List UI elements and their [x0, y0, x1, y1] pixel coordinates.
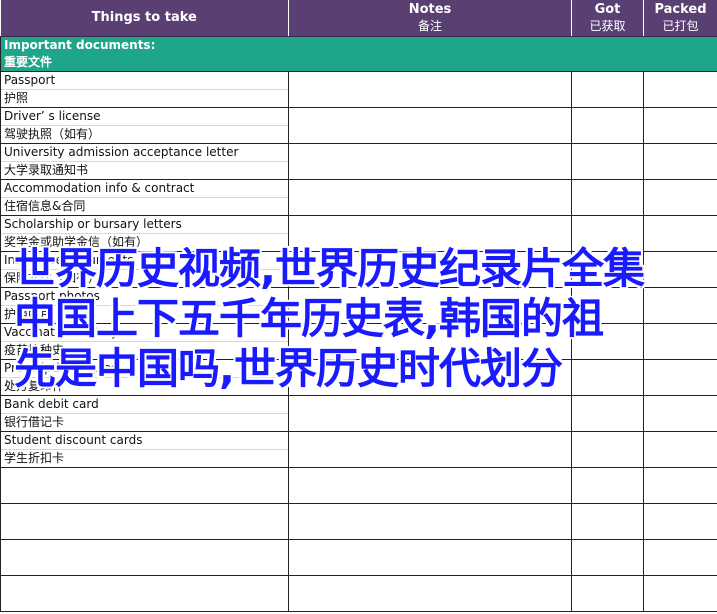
header-notes: Notes 备注 [288, 0, 572, 37]
notes-cell[interactable] [288, 575, 572, 612]
notes-cell[interactable] [288, 179, 572, 216]
packed-cell[interactable] [643, 503, 717, 540]
header-things-label: Things to take [91, 10, 197, 25]
notes-cell[interactable] [288, 431, 572, 468]
header-notes-label: Notes [408, 2, 452, 17]
item-label-zh: 住宿信息&合同 [4, 199, 86, 213]
packed-cell[interactable] [643, 107, 717, 144]
header-got: Got 已获取 [571, 0, 644, 37]
got-cell[interactable] [571, 395, 644, 432]
table-row [0, 539, 717, 576]
item-label: University admission acceptance letter [1, 144, 288, 162]
header-things-to-take: Things to take [0, 0, 289, 37]
item-label: Bank debit card [1, 396, 288, 414]
notes-cell[interactable] [288, 395, 572, 432]
section-title: Important documents: [4, 38, 156, 52]
table-row: Passport 护照 [0, 71, 717, 108]
notes-cell[interactable] [288, 107, 572, 144]
got-cell[interactable] [571, 467, 644, 504]
item-label-zh: 银行借记卡 [4, 415, 65, 429]
item-label: Accommodation info & contract [1, 180, 288, 198]
item-label-zh: 大学录取通知书 [4, 163, 89, 177]
header-got-label: Got [594, 2, 621, 17]
table-row [0, 503, 717, 540]
got-cell[interactable] [571, 179, 644, 216]
table-row: Accommodation info & contract 住宿信息&合同 [0, 179, 717, 216]
item-cell: Student discount cards 学生折扣卡 [0, 431, 289, 468]
item-label-zh: 护照 [4, 91, 29, 105]
packed-cell[interactable] [643, 395, 717, 432]
packed-cell[interactable] [643, 71, 717, 108]
overlay-line-1: 世界历史视频,世界历史纪录片全集 [14, 244, 645, 293]
packed-cell[interactable] [643, 575, 717, 612]
got-cell[interactable] [571, 539, 644, 576]
table-row [0, 575, 717, 612]
overlay-line-3: 先是中国吗,世界历史时代划分 [14, 344, 563, 393]
header-got-zh: 已获取 [589, 19, 626, 33]
table-row: University admission acceptance letter 大学… [0, 143, 717, 180]
got-cell[interactable] [571, 503, 644, 540]
section-title-zh: 重要文件 [4, 55, 53, 69]
item-label: Scholarship or bursary letters [1, 216, 288, 234]
item-cell: Passport 护照 [0, 71, 289, 108]
notes-cell[interactable] [288, 467, 572, 504]
header-row: Things to take Notes 备注 Got 已获取 Packed 已打包 [0, 0, 717, 37]
packed-cell[interactable] [643, 143, 717, 180]
table-row: Bank debit card 银行借记卡 [0, 395, 717, 432]
table-row [0, 467, 717, 504]
item-cell [0, 575, 289, 612]
item-label-zh: 驾驶执照（如有） [4, 127, 101, 141]
notes-cell[interactable] [288, 71, 572, 108]
item-cell: Bank debit card 银行借记卡 [0, 395, 289, 432]
watermark-overlay-text: 世界历史视频,世界历史纪录片全集 中国上下五千年历史表,韩国的祖 先是中国吗,世… [14, 244, 704, 394]
section-header: Important documents: 重要文件 [0, 36, 717, 72]
notes-cell[interactable] [288, 143, 572, 180]
packed-cell[interactable] [643, 431, 717, 468]
overlay-line-2: 中国上下五千年历史表,韩国的祖 [14, 294, 604, 343]
got-cell[interactable] [571, 71, 644, 108]
header-notes-zh: 备注 [417, 19, 442, 33]
section-row: Important documents: 重要文件 [0, 36, 717, 72]
item-cell: Accommodation info & contract 住宿信息&合同 [0, 179, 289, 216]
item-cell: Driver’ s license 驾驶执照（如有） [0, 107, 289, 144]
item-cell: University admission acceptance letter 大学… [0, 143, 289, 180]
item-label: Passport [1, 72, 288, 90]
header-packed-zh: 已打包 [662, 19, 699, 33]
item-cell [0, 503, 289, 540]
item-label: Student discount cards [1, 432, 288, 450]
table-row: Student discount cards 学生折扣卡 [0, 431, 717, 468]
notes-cell[interactable] [288, 539, 572, 576]
packed-cell[interactable] [643, 539, 717, 576]
packed-cell[interactable] [643, 467, 717, 504]
item-cell [0, 467, 289, 504]
item-cell [0, 539, 289, 576]
got-cell[interactable] [571, 575, 644, 612]
packed-cell[interactable] [643, 179, 717, 216]
header-packed: Packed 已打包 [643, 0, 717, 37]
notes-cell[interactable] [288, 503, 572, 540]
table-row: Driver’ s license 驾驶执照（如有） [0, 107, 717, 144]
item-label-zh: 学生折扣卡 [4, 451, 65, 465]
item-label: Driver’ s license [1, 108, 288, 126]
got-cell[interactable] [571, 107, 644, 144]
got-cell[interactable] [571, 143, 644, 180]
got-cell[interactable] [571, 431, 644, 468]
header-packed-label: Packed [654, 2, 707, 17]
